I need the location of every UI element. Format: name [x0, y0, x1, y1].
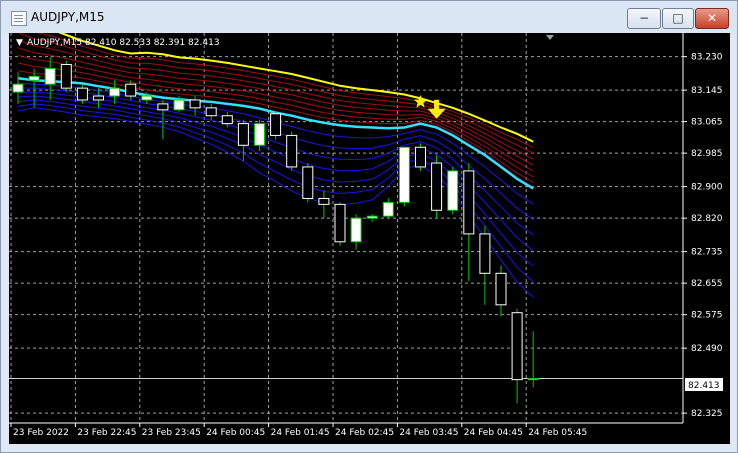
red-envelope-line — [17, 47, 534, 166]
close-button[interactable]: ✕ — [695, 8, 729, 29]
y-tick-label: 82.575 — [691, 311, 723, 321]
chart-window: AUDJPY,M15 − □ ✕ 83.230 83.145 83.065 82.98… — [0, 0, 738, 453]
candle-body — [479, 233, 491, 274]
candle-body — [366, 215, 378, 219]
candle-body — [237, 123, 249, 146]
candle-body — [286, 134, 298, 168]
candle-body — [495, 272, 507, 306]
candle-body — [221, 115, 233, 125]
x-tick-label: 24 Feb 00:45 — [206, 428, 265, 438]
chart-info-label: AUDJPY,M15 82.410 82.533 82.391 82.413 — [27, 38, 220, 48]
y-tick-label: 83.145 — [691, 86, 723, 96]
x-tick-label: 24 Feb 05:45 — [528, 428, 587, 438]
y-tick-label: 82.985 — [691, 149, 723, 159]
x-tick-label: 24 Feb 03:45 — [399, 428, 458, 438]
sell-arrow-shaft — [434, 99, 440, 110]
sell-arrow-icon — [427, 99, 446, 119]
candle-body — [431, 162, 443, 211]
y-tick-label: 82.655 — [691, 279, 723, 289]
candle-body — [334, 203, 346, 243]
maximize-button[interactable]: □ — [662, 8, 694, 29]
candle-body — [254, 123, 265, 146]
y-tick-label: 82.735 — [691, 248, 723, 258]
candle-body — [60, 64, 72, 89]
y-tick-label: 83.065 — [691, 118, 723, 128]
candle-body — [447, 170, 459, 211]
candle-body — [157, 103, 169, 111]
candle-body — [76, 87, 88, 101]
candle-body — [463, 170, 475, 235]
x-tick-label: 23 Feb 22:45 — [77, 428, 136, 438]
title-bar[interactable]: AUDJPY,M15 − □ ✕ — [1, 1, 737, 34]
candle-body — [109, 87, 121, 97]
candle-body — [270, 113, 282, 136]
candle-body — [511, 312, 523, 381]
candlesticks — [12, 56, 539, 404]
y-tick-label: 82.900 — [691, 183, 723, 193]
candle-body — [28, 75, 40, 81]
candle-body — [318, 197, 330, 205]
candle-body — [44, 67, 56, 85]
x-tick-label: 24 Feb 04:45 — [464, 428, 523, 438]
candle-body — [415, 146, 426, 168]
candle-body — [350, 217, 362, 243]
candle-body — [173, 99, 185, 111]
chart-window-icon — [11, 11, 27, 26]
candle-body — [93, 95, 104, 101]
current-price-label: 82.413 — [688, 381, 720, 391]
candle-body — [527, 377, 539, 381]
minimize-icon: − — [638, 11, 650, 25]
candle-body — [205, 107, 217, 117]
x-tick-label: 23 Feb 23:45 — [142, 428, 201, 438]
x-tick-label: 23 Feb 2022 — [13, 428, 69, 438]
candle-body — [12, 83, 24, 93]
chart-canvas[interactable]: 83.230 83.145 83.065 82.985 82.900 82.820 82.7… — [9, 33, 730, 444]
candle-body — [141, 95, 153, 101]
candle-body — [189, 99, 201, 109]
candle-body — [125, 83, 137, 97]
candle-body — [302, 166, 314, 199]
symbol-dropdown-icon[interactable]: ▼ — [16, 38, 23, 48]
candle-body — [398, 146, 410, 203]
y-tick-label: 82.820 — [691, 214, 723, 224]
envelope-bands — [17, 33, 534, 298]
y-tick-label: 83.230 — [691, 53, 723, 63]
x-tick-label: 24 Feb 02:45 — [335, 428, 394, 438]
chart-shift-icon — [546, 35, 554, 40]
close-icon: ✕ — [706, 11, 718, 25]
maximize-icon: □ — [672, 11, 684, 25]
candle-body — [382, 201, 394, 217]
minimize-button[interactable]: − — [627, 8, 661, 29]
y-tick-label: 82.325 — [691, 409, 723, 419]
window-title: AUDJPY,M15 — [31, 10, 105, 24]
x-tick-label: 24 Feb 01:45 — [271, 428, 330, 438]
y-tick-label: 82.490 — [691, 344, 723, 354]
price-chart[interactable]: 83.230 83.145 83.065 82.985 82.900 82.820 82.7… — [9, 33, 730, 444]
